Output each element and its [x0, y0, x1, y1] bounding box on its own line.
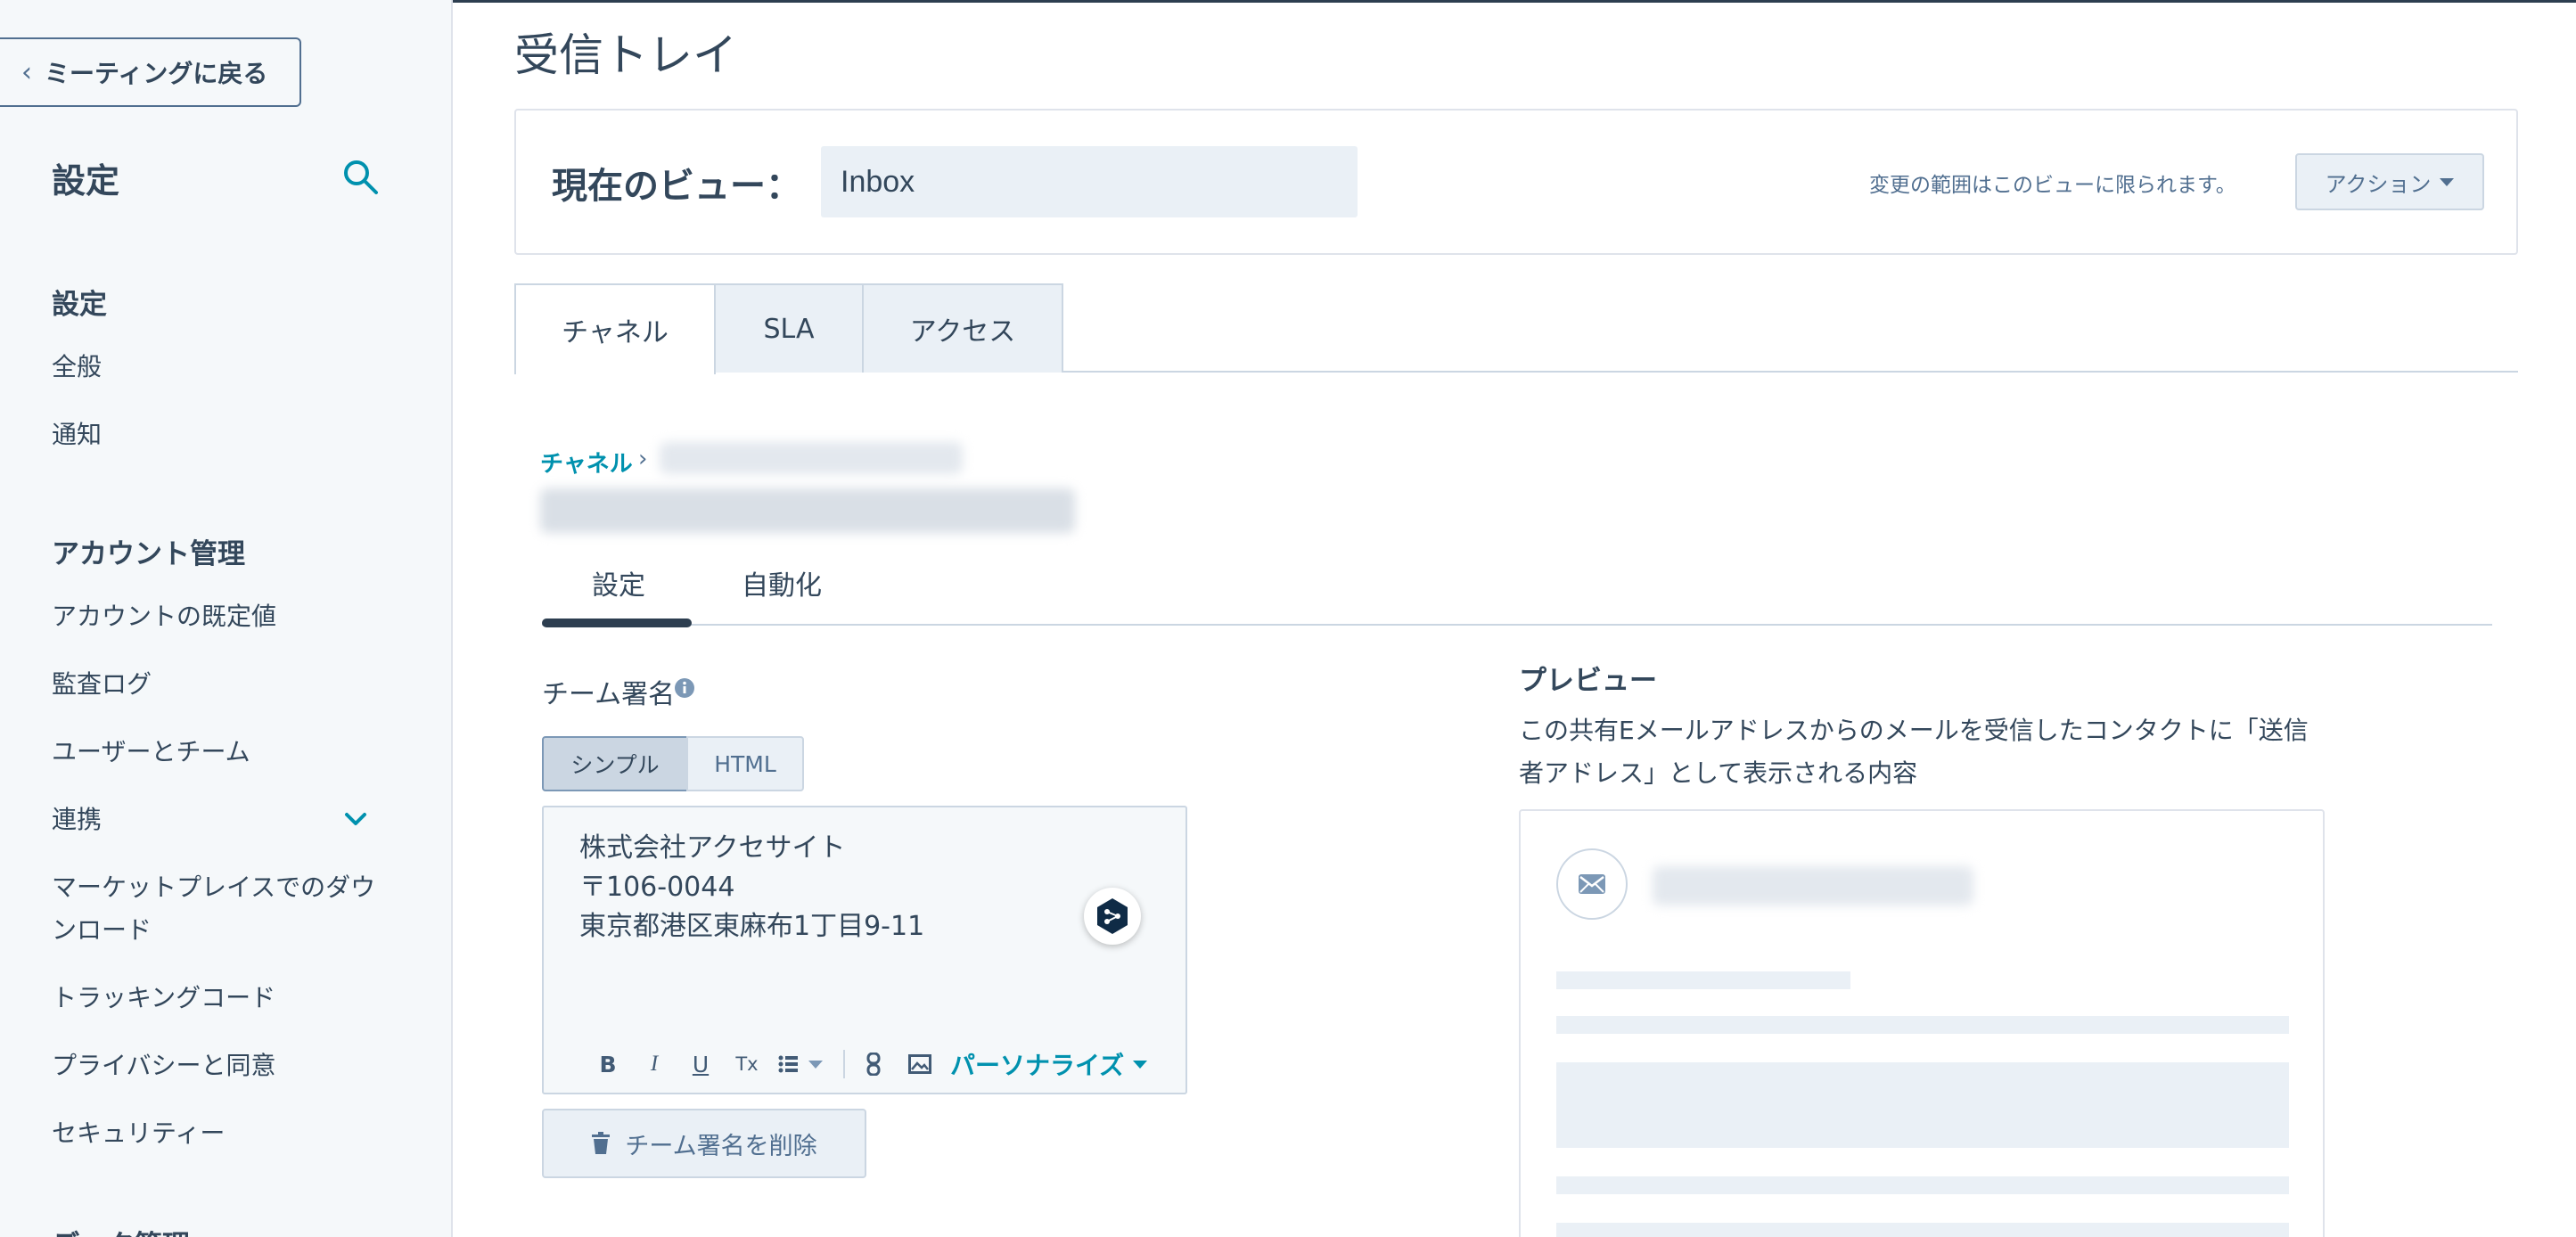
sidebar-item-marketplace-downloads[interactable]: マーケットプレイスでのダウンロード — [52, 866, 390, 952]
signature-line: 東京都港区東麻布1丁目9-11 — [579, 911, 925, 942]
clear-format-button[interactable]: Tx — [727, 1046, 767, 1082]
list-icon — [778, 1055, 798, 1073]
signature-line: 株式会社アクセサイト — [579, 832, 846, 864]
signature-mode-simple[interactable]: シンプル — [542, 736, 688, 791]
deepl-translate-button[interactable] — [1084, 888, 1141, 945]
mail-icon-avatar — [1556, 848, 1628, 920]
breadcrumb-separator: › — [638, 446, 648, 472]
tab-channels[interactable]: チャネル — [514, 283, 716, 374]
sidebar-item-audit-log[interactable]: 監査ログ — [52, 663, 152, 706]
chevron-down-icon[interactable] — [342, 806, 369, 832]
skeleton-line — [1556, 1176, 2289, 1194]
caret-down-icon — [808, 1060, 823, 1069]
team-signature-label: チーム署名 — [542, 679, 676, 710]
current-view-panel: 現在のビュー： Inbox 変更の範囲はこのビューに限られます。 アクション — [514, 109, 2518, 255]
subtab-active-indicator — [542, 618, 692, 627]
italic-button[interactable]: I — [635, 1046, 674, 1082]
tab-sla[interactable]: SLA — [714, 283, 864, 373]
link-button[interactable] — [854, 1046, 893, 1082]
list-button[interactable] — [774, 1046, 827, 1082]
skeleton-line — [1556, 971, 1850, 989]
deepl-icon — [1097, 898, 1128, 934]
delete-signature-button[interactable]: チーム署名を削除 — [542, 1109, 866, 1178]
mail-icon — [1579, 874, 1605, 894]
sidebar-item-privacy-consent[interactable]: プライバシーと同意 — [52, 1044, 275, 1087]
skeleton-line — [1556, 1223, 2289, 1237]
subtab-automation[interactable]: 自動化 — [742, 563, 822, 602]
tab-access[interactable]: アクセス — [862, 283, 1063, 373]
sidebar-item-general[interactable]: 全般 — [52, 346, 102, 389]
blurred-channel-address — [540, 488, 1075, 533]
sidebar-item-integrations[interactable]: 連携 — [52, 799, 102, 841]
search-icon[interactable] — [340, 157, 380, 196]
bold-button[interactable]: B — [588, 1046, 628, 1082]
preview-description: この共有Eメールアドレスからのメールを受信したコンタクトに「送信者アドレス」とし… — [1519, 716, 2309, 788]
signature-text[interactable]: 株式会社アクセサイト 〒106-0044 東京都港区東麻布1丁目9-11 — [579, 829, 924, 946]
preview-title: プレビュー — [1519, 665, 1657, 697]
skeleton-block — [1556, 1062, 2289, 1148]
sidebar-item-notifications[interactable]: 通知 — [52, 414, 102, 456]
sidebar-section-account: アカウント管理 — [52, 538, 245, 570]
sidebar-item-security[interactable]: セキュリティー — [52, 1112, 225, 1155]
toolbar-separator — [843, 1050, 845, 1078]
delete-signature-label: チーム署名を削除 — [625, 1132, 817, 1160]
link-icon — [866, 1053, 881, 1076]
skeleton-line — [1556, 1016, 2289, 1034]
actions-dropdown-button[interactable]: アクション — [2295, 153, 2484, 210]
personalize-label: パーソナライズ — [950, 1051, 1125, 1080]
caret-down-icon — [1133, 1060, 1148, 1069]
personalize-dropdown[interactable]: パーソナライズ — [950, 1046, 1148, 1082]
current-view-select[interactable]: Inbox — [821, 146, 1358, 217]
trash-icon — [592, 1132, 611, 1154]
blurred-sender-name — [1653, 866, 1973, 905]
signature-mode-html[interactable]: HTML — [686, 736, 804, 791]
breadcrumb-channels[interactable]: チャネル — [540, 446, 633, 479]
signature-editor[interactable]: 株式会社アクセサイト 〒106-0044 東京都港区東麻布1丁目9-11 B I… — [542, 806, 1187, 1094]
view-scope-note: 変更の範囲はこのビューに限られます。 — [1869, 174, 2236, 197]
actions-label: アクション — [2325, 171, 2432, 197]
info-icon[interactable] — [674, 677, 695, 699]
back-to-meetings-button[interactable]: ‹ ミーティングに戻る — [0, 37, 301, 107]
image-button[interactable] — [900, 1046, 939, 1082]
sidebar-item-account-defaults[interactable]: アカウントの既定値 — [52, 595, 276, 638]
current-view-label: 現在のビュー： — [552, 166, 801, 207]
sidebar-item-tracking-code[interactable]: トラッキングコード — [52, 977, 275, 1020]
sidebar-section-data-management: データ管理 — [52, 1223, 190, 1237]
signature-line: 〒106-0044 — [579, 872, 735, 903]
sidebar-title: 設定 — [52, 161, 120, 201]
back-button-label: ミーティングに戻る — [45, 59, 268, 88]
underline-button[interactable]: U — [681, 1046, 720, 1082]
sidebar-section-settings: 設定 — [52, 289, 107, 321]
page-title: 受信トレイ — [514, 29, 737, 81]
settings-sidebar: ‹ ミーティングに戻る 設定 設定 全般 通知 アカウント管理 アカウントの既定… — [0, 0, 453, 1237]
chevron-left-icon: ‹ — [21, 56, 32, 88]
blurred-channel-name — [660, 442, 963, 474]
subtabs-baseline — [542, 624, 2492, 626]
editor-toolbar: B I U Tx パーソナライズ — [588, 1046, 1148, 1082]
sidebar-item-users-teams[interactable]: ユーザーとチーム — [52, 731, 250, 774]
preview-card — [1519, 809, 2325, 1237]
image-icon — [908, 1054, 931, 1074]
caret-down-icon — [2440, 177, 2455, 186]
subtab-settings[interactable]: 設定 — [592, 563, 645, 602]
